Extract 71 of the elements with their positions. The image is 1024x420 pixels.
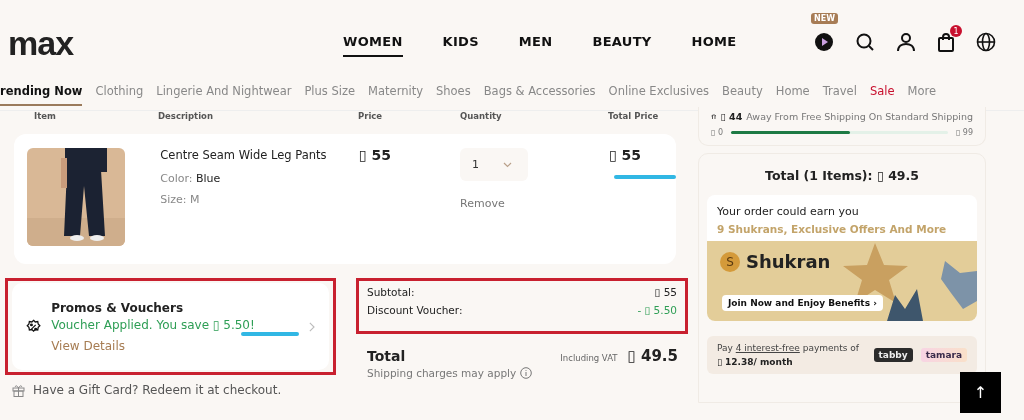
nav-tab[interactable]: WOMEN	[343, 27, 403, 57]
summary-label: Discount Voucher:	[367, 304, 463, 316]
installment-amount: ▯ 12.38/ month	[717, 357, 794, 367]
unit-price: ▯ 55	[358, 147, 392, 165]
promo-title: Promos & Vouchers	[51, 300, 185, 315]
category-link[interactable]: Beauty	[722, 84, 763, 106]
shipping-amount: ▯ 44	[720, 111, 743, 122]
play-icon[interactable]	[814, 32, 834, 52]
category-link[interactable]: Online Exclusives	[608, 84, 710, 106]
earn-text: Your order could earn you	[717, 205, 860, 218]
summary-label: Subtotal:	[367, 286, 415, 298]
vat-note: Including VAT	[560, 353, 618, 363]
gift-icon	[12, 383, 25, 397]
category-link[interactable]: Home	[775, 84, 810, 106]
column-header: Total Price	[608, 111, 659, 122]
chevron-down-icon	[503, 161, 513, 168]
quantity-select[interactable]: 1	[460, 148, 529, 181]
category-link[interactable]: More	[907, 84, 937, 106]
terms-link[interactable]: 4 interest-free	[735, 343, 800, 353]
grand-total: ▯ 49.5	[627, 347, 678, 365]
provider-logo: tamara	[920, 348, 967, 362]
category-link[interactable]: Clothing	[95, 84, 144, 106]
column-header: Quantity	[460, 111, 503, 122]
installment-text: Pay 4 interest-free payments of	[717, 343, 861, 353]
total-label: Total	[367, 348, 407, 364]
search-icon[interactable]	[855, 32, 875, 52]
category-link[interactable]: Lingerie And Nightwear	[156, 84, 292, 106]
product-name[interactable]: Centre Seam Wide Leg Pants	[160, 148, 359, 162]
offer-text: 9 Shukrans, Exclusive Offers And More	[717, 223, 948, 235]
provider-logo: tabby	[873, 348, 913, 362]
order-total: Total (1 Items): ▯ 49.5	[765, 168, 919, 183]
nav-tab[interactable]: HOME	[691, 27, 737, 57]
column-header: Item	[34, 111, 57, 122]
bag-icon[interactable]	[937, 32, 955, 52]
account-icon[interactable]	[896, 32, 916, 52]
category-link[interactable]: rending Now	[0, 84, 83, 106]
chevron-right-icon	[309, 320, 315, 333]
voucher-message: Voucher Applied. You save ▯ 5.50!	[51, 317, 256, 332]
column-header: Price	[358, 111, 384, 122]
nav-tab[interactable]: MEN	[518, 27, 553, 57]
total-price: ▯ 55	[609, 147, 642, 163]
view-details-link[interactable]: View Details	[51, 338, 300, 353]
category-link[interactable]: Travel	[822, 84, 857, 106]
remove-link[interactable]: Remove	[460, 197, 609, 210]
brand-name: Shukran	[746, 251, 831, 272]
promo-card[interactable]: Promos & Vouchers Voucher Applied. You save ▯ 5.50! View Details	[12, 283, 329, 370]
shipping-note: Shipping charges may apply	[367, 367, 517, 379]
color-label: Color: Blue	[160, 172, 222, 185]
size-label: Size: M	[160, 193, 201, 206]
nav-tab[interactable]: KIDS	[442, 27, 479, 57]
category-link[interactable]: Maternity	[368, 84, 423, 106]
logo[interactable]: max	[8, 23, 338, 63]
category-link[interactable]: Sale	[869, 84, 895, 106]
column-header: Description	[158, 111, 214, 122]
info-icon[interactable]	[520, 367, 533, 379]
globe-icon[interactable]	[976, 32, 996, 52]
coin-icon: S	[720, 251, 740, 272]
shipping-message: Away From Free Shipping On Standard Shipping	[746, 111, 973, 122]
summary-value: ▯ 55	[654, 286, 677, 298]
nav-tab[interactable]: BEAUTY	[592, 27, 652, 57]
range-min: ▯ 0	[711, 128, 724, 137]
category-link[interactable]: Plus Size	[304, 84, 356, 106]
new-badge: NEW	[811, 13, 838, 24]
join-button[interactable]: Join Now and Enjoy Benefits ›	[722, 295, 883, 311]
category-link[interactable]: Bags & Accessories	[483, 84, 596, 106]
category-link[interactable]: Shoes	[436, 84, 471, 106]
range-max: ▯ 99	[955, 128, 973, 137]
cart-count: 1	[950, 25, 962, 37]
gift-card-note: Have a Gift Card? Redeem it at checkout.	[33, 383, 282, 397]
summary-value: - ▯ 5.50	[637, 304, 677, 316]
scroll-top-button[interactable]: ↑	[960, 372, 1001, 413]
